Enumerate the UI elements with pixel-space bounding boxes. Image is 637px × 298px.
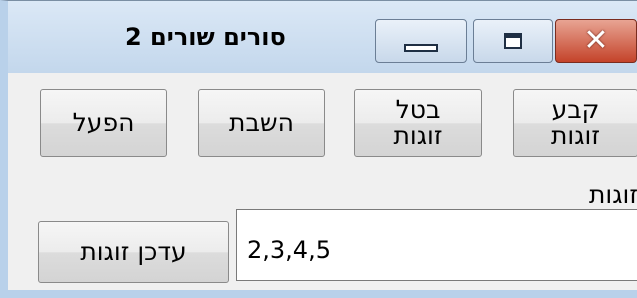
minimize-button[interactable] — [375, 19, 467, 63]
close-icon: ✕ — [583, 23, 609, 58]
minimize-icon — [404, 44, 438, 52]
set-pairs-button[interactable]: קבע זוגות — [513, 89, 637, 157]
window-title: סורים שורים 2 — [125, 23, 286, 51]
pairs-input[interactable] — [236, 209, 637, 281]
app-window: סורים שורים 2 ✕ קבע זוגות בטל זוגות השבת… — [0, 0, 637, 298]
close-button[interactable]: ✕ — [555, 19, 637, 63]
run-button[interactable]: הפעל — [40, 89, 167, 157]
maximize-button[interactable] — [473, 19, 553, 63]
maximize-icon — [504, 33, 522, 49]
pause-button[interactable]: השבת — [198, 89, 325, 157]
title-bar[interactable]: סורים שורים 2 ✕ — [8, 1, 637, 73]
client-area: קבע זוגות בטל זוגות השבת הפעל זוגות עדכן… — [8, 73, 637, 290]
pairs-label: זוגות — [588, 180, 637, 209]
update-pairs-button[interactable]: עדכן זוגות — [38, 221, 229, 283]
cancel-pairs-button[interactable]: בטל זוגות — [354, 89, 482, 157]
